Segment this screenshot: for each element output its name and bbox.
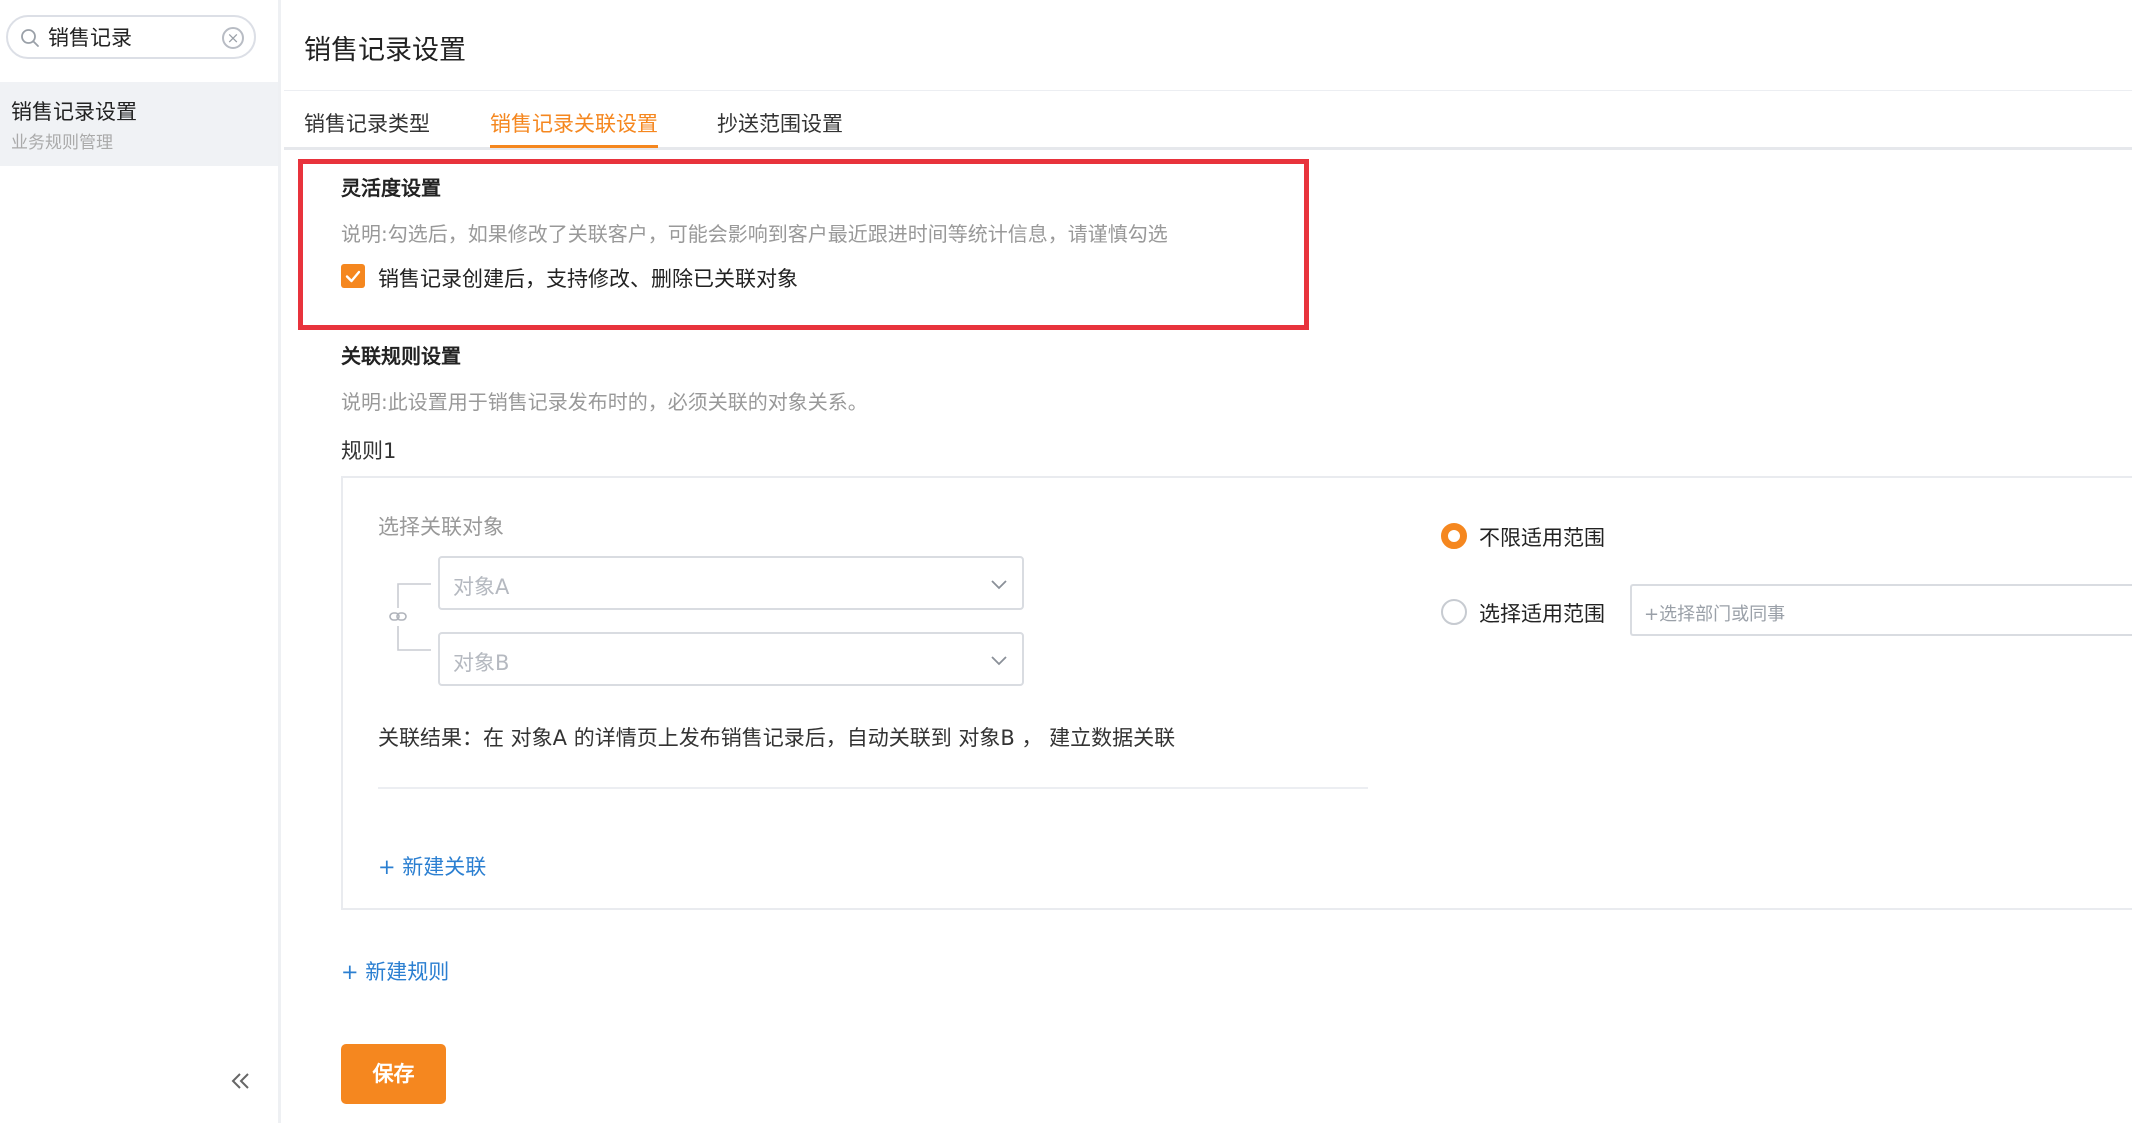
sidebar-item-sublabel: 业务规则管理 <box>11 133 113 153</box>
clear-icon[interactable]: × <box>222 27 244 49</box>
sidebar: × 销售记录设置 业务规则管理 <box>0 0 281 1123</box>
flexibility-description: 说明:勾选后，如果修改了关联客户，可能会影响到客户最近跟进时间等统计信息，请谨慎… <box>341 222 1168 246</box>
select-object-label: 选择关联对象 <box>378 515 504 539</box>
link-icon <box>389 583 431 651</box>
object-a-select[interactable]: 对象A <box>438 556 1024 610</box>
scope-unlimited-label[interactable]: 不限适用范围 <box>1479 522 1605 552</box>
tab-cc-scope[interactable]: 抄送范围设置 <box>717 108 843 138</box>
chevron-down-icon <box>991 656 1007 666</box>
save-button[interactable]: 保存 <box>341 1044 446 1104</box>
scope-picker-field[interactable]: +选择部门或同事 <box>1630 584 2132 636</box>
flexibility-title: 灵活度设置 <box>341 176 441 200</box>
tab-sales-record-association[interactable]: 销售记录关联设置 <box>490 108 658 138</box>
add-rule-link[interactable]: + 新建规则 <box>341 956 449 986</box>
check-icon <box>345 270 361 283</box>
association-rules-description: 说明:此设置用于销售记录发布时的，必须关联的对象关系。 <box>341 390 868 414</box>
scope-select-radio[interactable] <box>1441 599 1467 625</box>
rule-label: 规则1 <box>341 439 397 463</box>
scope-picker-placeholder: +选择部门或同事 <box>1644 604 1786 625</box>
search-box[interactable]: × <box>6 15 256 59</box>
app-root: × 销售记录设置 业务规则管理 销售记录设置 销售记录类型 销售记录关联设置 抄… <box>0 0 2132 1123</box>
flexibility-checkbox-label[interactable]: 销售记录创建后，支持修改、删除已关联对象 <box>378 263 798 293</box>
tab-bar: 销售记录类型 销售记录关联设置 抄送范围设置 <box>284 100 2132 150</box>
add-association-link[interactable]: + 新建关联 <box>378 851 486 881</box>
chevron-down-icon <box>991 580 1007 590</box>
sidebar-item-sales-record-settings[interactable]: 销售记录设置 业务规则管理 <box>0 82 278 166</box>
rule-card <box>341 476 2132 910</box>
object-b-select[interactable]: 对象B <box>438 632 1024 686</box>
tab-sales-record-types[interactable]: 销售记录类型 <box>304 108 430 138</box>
header-divider <box>284 90 2132 91</box>
object-a-placeholder: 对象A <box>453 575 510 599</box>
scope-select-label[interactable]: 选择适用范围 <box>1479 598 1605 628</box>
active-tab-indicator <box>490 145 658 148</box>
association-result-text: 关联结果：在 对象A 的详情页上发布销售记录后，自动关联到 对象B ， 建立数据… <box>378 726 1176 750</box>
page-title: 销售记录设置 <box>304 35 466 66</box>
scope-unlimited-radio[interactable] <box>1441 523 1467 549</box>
flexibility-checkbox[interactable] <box>341 264 365 288</box>
collapse-icon[interactable] <box>228 1068 254 1094</box>
sidebar-item-label: 销售记录设置 <box>11 100 137 124</box>
card-divider <box>378 787 1368 789</box>
search-icon <box>21 29 39 47</box>
search-input[interactable] <box>48 23 218 51</box>
association-rules-title: 关联规则设置 <box>341 344 461 368</box>
object-b-placeholder: 对象B <box>453 651 510 675</box>
